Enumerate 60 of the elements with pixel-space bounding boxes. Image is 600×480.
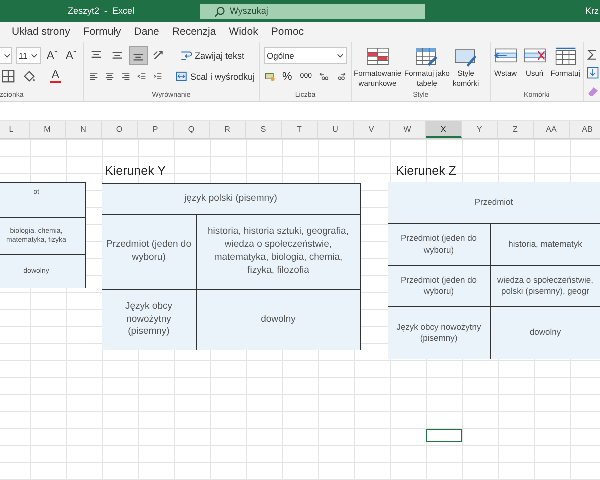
wrap-text-icon: [180, 49, 193, 62]
column-header[interactable]: V: [354, 121, 390, 138]
search-field[interactable]: Wyszukaj: [200, 4, 425, 18]
column-header[interactable]: O: [102, 121, 138, 138]
menu-tab[interactable]: Układ strony: [12, 26, 70, 38]
ribbon-button[interactable]: Aˇ: [64, 50, 79, 62]
column-header[interactable]: N: [66, 121, 102, 138]
table-cell: historia, matematyk: [508, 238, 582, 250]
column-header[interactable]: X: [426, 121, 462, 138]
user-name[interactable]: Krz: [586, 6, 599, 16]
search-icon: [214, 6, 226, 18]
borders-icon[interactable]: [0, 68, 17, 85]
merge-button[interactable]: Scal i wyśrodkuj: [175, 70, 255, 83]
column-header[interactable]: AA: [534, 121, 570, 138]
column-header[interactable]: P: [138, 121, 174, 138]
column-header[interactable]: AB: [570, 121, 600, 138]
table-cell: dowolny: [261, 314, 296, 326]
cell-text: Kierunek Z: [396, 164, 456, 178]
selected-cell[interactable]: [426, 429, 462, 442]
table-cell: język polski (pisemny): [184, 192, 278, 206]
column-header[interactable]: T: [282, 121, 318, 138]
table-cell: wiedza o społeczeństwie, polski (pisemny), geogr: [498, 274, 594, 298]
table-cell-text: Język obcy nowożytny (pisemny): [396, 322, 482, 344]
column-header[interactable]: U: [318, 121, 354, 138]
grid-icon: [364, 46, 391, 67]
menu-tab[interactable]: Recenzja: [172, 26, 216, 38]
column-header[interactable]: M: [30, 121, 66, 138]
menu-tab[interactable]: Widok: [229, 26, 258, 38]
align-bottom-icon[interactable]: [130, 47, 147, 64]
table-cell-text: Język obcy nowożytny (pisemny): [124, 300, 174, 340]
table-cell-text: historia, historia sztuki, geografia, wiedza o społeczeństwie, matematyka, biologia, chemia, fizyka, filozofia: [207, 226, 350, 278]
merge-cells-icon: [175, 70, 188, 83]
column-header[interactable]: Z: [498, 121, 534, 138]
cell-text: Kierunek Y: [105, 164, 166, 178]
wrap-text-button[interactable]: Zawijaj tekst: [180, 49, 245, 62]
caret-icon: [337, 52, 344, 59]
ribbon-button[interactable]: Aˆ: [45, 50, 60, 62]
table-cell: Przedmiot (jeden do wyboru): [106, 239, 192, 265]
font-color-button[interactable]: A: [50, 70, 62, 83]
ribbon-button[interactable]: %: [280, 70, 294, 82]
column-header[interactable]: Y: [462, 121, 498, 138]
caret-icon: [31, 52, 38, 59]
number-format-dropdown[interactable]: Ogólne: [264, 47, 347, 64]
table-brush-icon: [414, 46, 440, 67]
table-cell: Przedmiot: [474, 196, 514, 208]
column-header[interactable]: S: [246, 121, 282, 138]
window-title: Zeszyt2 - Excel: [68, 6, 136, 16]
caret-icon: [4, 52, 11, 59]
column-header[interactable]: L: [0, 121, 30, 138]
menu-tab[interactable]: Dane: [134, 26, 160, 38]
table-cell-text: Przedmiot (jeden do wyboru): [400, 233, 478, 256]
column-header[interactable]: Q: [174, 121, 210, 138]
table-cell-text: Przedmiot (jeden do wyboru): [400, 274, 478, 298]
table-cell: dowolny: [530, 327, 562, 339]
fill-down-icon[interactable]: [586, 66, 600, 80]
menu-tab[interactable]: Formuły: [83, 26, 122, 38]
column-header[interactable]: R: [210, 121, 246, 138]
font-name-dropdown[interactable]: [0, 47, 12, 64]
font-size-dropdown[interactable]: 11: [16, 47, 41, 64]
menu-tab[interactable]: Pomoc: [271, 26, 304, 38]
